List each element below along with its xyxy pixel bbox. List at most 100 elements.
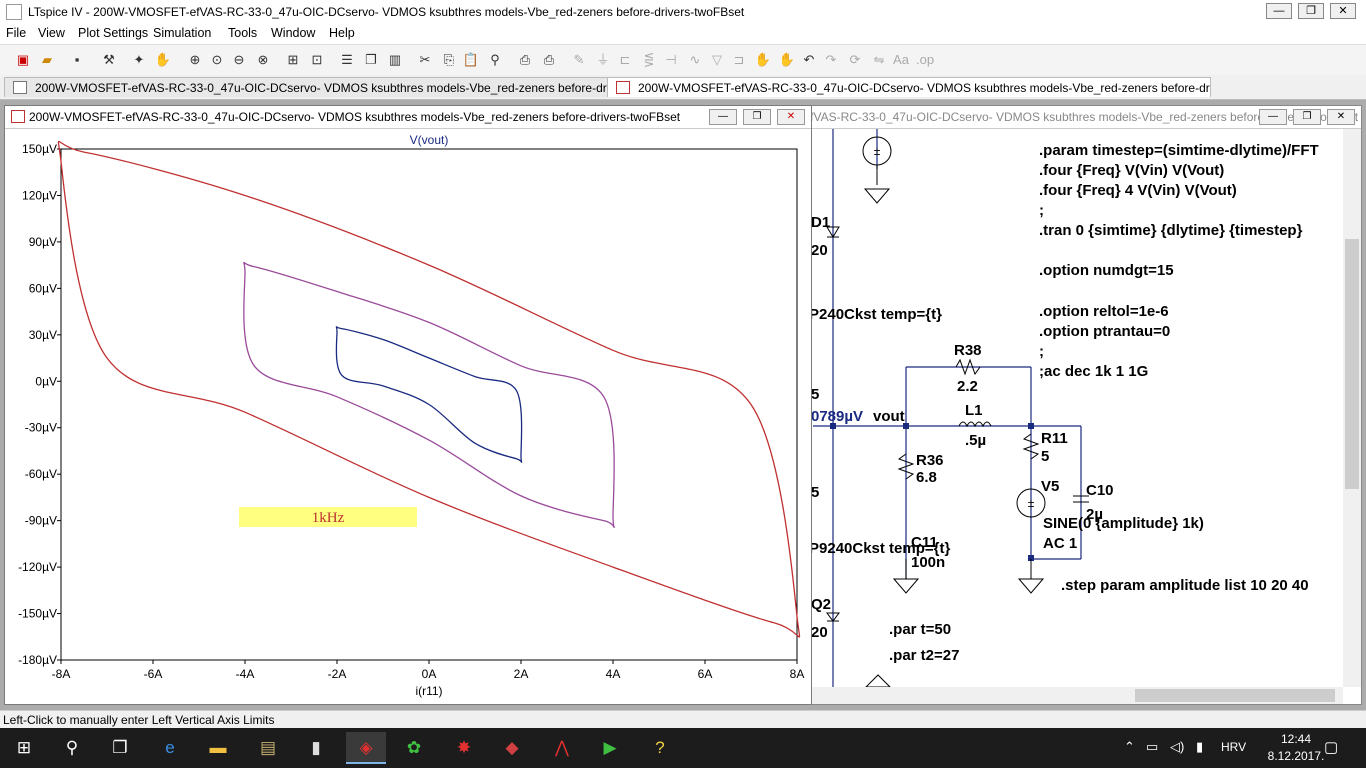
pdf-reader-icon[interactable]: ⋀	[542, 732, 582, 764]
gem-app-icon[interactable]: ◆	[492, 732, 532, 764]
clock-time[interactable]: 12:44	[1268, 732, 1324, 746]
find-icon[interactable]: ⚲	[486, 51, 504, 69]
paste-icon[interactable]: 📋	[462, 51, 480, 69]
zoom-in-icon[interactable]: ⊕	[186, 51, 204, 69]
y-tick-label[interactable]: -90µV	[25, 514, 57, 528]
network-icon[interactable]: ▮	[1196, 739, 1203, 755]
y-tick-label[interactable]: 150µV	[22, 142, 57, 156]
cascade-icon[interactable]: ❐	[362, 51, 380, 69]
run-icon[interactable]: ✦	[130, 51, 148, 69]
directive-line[interactable]: .param timestep=(simtime-dlytime)/FFT	[1039, 142, 1319, 159]
x-tick-label[interactable]: -8A	[52, 667, 71, 681]
text-icon[interactable]: Aa	[892, 51, 910, 69]
x-tick-label[interactable]: 8A	[790, 667, 805, 681]
windows-start-icon[interactable]: ⊞	[4, 732, 44, 764]
drag-icon[interactable]: ✋	[778, 51, 796, 69]
save-icon[interactable]: ▪	[68, 51, 86, 69]
minimize-button[interactable]: —	[1266, 3, 1292, 19]
archive-icon[interactable]: ▤	[248, 732, 288, 764]
y-tick-label[interactable]: -180µV	[18, 653, 57, 667]
close-button[interactable]: ✕	[1330, 3, 1356, 19]
y-tick-label[interactable]: 120µV	[22, 188, 57, 202]
plot-pane[interactable]: V(vout) 150µV 120µV 90µV 60µV 30µV 0µV -30µV -6…	[5, 129, 811, 704]
file-explorer-icon[interactable]: ▬	[198, 732, 238, 764]
x-tick-label[interactable]: -4A	[236, 667, 255, 681]
schematic-close-button[interactable]: ✕	[1327, 109, 1355, 125]
autorange-icon[interactable]: ⊞	[284, 51, 302, 69]
y-tick-label[interactable]: 60µV	[29, 281, 57, 295]
control-panel-icon[interactable]: ⚒	[100, 51, 118, 69]
x-tick-label[interactable]: 4A	[606, 667, 621, 681]
schematic-vertical-scrollbar[interactable]	[1343, 129, 1361, 687]
copy-icon[interactable]: ⎘	[440, 51, 458, 69]
media-icon[interactable]: ▮	[296, 732, 336, 764]
tab-plot[interactable]: 200W-VMOSFET-efVAS-RC-33-0_47u-OIC-DCser…	[607, 77, 1211, 97]
undo-icon[interactable]: ↶	[800, 51, 818, 69]
menu-help[interactable]: Help	[329, 26, 355, 40]
directive-line[interactable]: ;	[1039, 343, 1044, 360]
x-tick-label[interactable]: 2A	[514, 667, 529, 681]
menu-plot-settings[interactable]: Plot Settings	[78, 26, 148, 40]
label-net-icon[interactable]: ⊏	[616, 51, 634, 69]
red-app-icon[interactable]: ✸	[444, 732, 484, 764]
resistor-icon[interactable]: ⋚	[640, 51, 658, 69]
vertical-scroll-thumb[interactable]	[1345, 239, 1359, 489]
spice-directive-icon[interactable]: .op	[916, 51, 934, 69]
directive-line[interactable]: .option reltol=1e-6	[1039, 303, 1169, 320]
move-icon[interactable]: ✋	[754, 51, 772, 69]
language-indicator[interactable]: HRV	[1221, 740, 1246, 754]
plot-minimize-button[interactable]: —	[709, 109, 737, 125]
redo-icon[interactable]: ↷	[822, 51, 840, 69]
volume-icon[interactable]: ◁)	[1170, 739, 1184, 755]
horizontal-scroll-thumb[interactable]	[1135, 689, 1335, 702]
diode-icon[interactable]: ▽	[708, 51, 726, 69]
x-axis-label[interactable]: i(r11)	[415, 684, 442, 698]
print-setup-icon[interactable]: ⎙	[516, 51, 534, 69]
help-app-icon[interactable]: ?	[640, 732, 680, 764]
trace-title[interactable]: V(vout)	[410, 133, 449, 147]
directive-line[interactable]: .four {Freq} V(Vin) V(Vout)	[1039, 162, 1224, 179]
task-view-icon[interactable]: ❐	[100, 732, 140, 764]
tile-horizontal-icon[interactable]: ☰	[338, 51, 356, 69]
print-icon[interactable]: ⎙	[540, 51, 558, 69]
x-tick-label[interactable]: -6A	[144, 667, 163, 681]
menu-view[interactable]: View	[38, 26, 65, 40]
ground-icon[interactable]: ⏚	[594, 51, 612, 69]
schematic-restore-button[interactable]: ❐	[1293, 109, 1321, 125]
directive-line[interactable]: .option ptrantau=0	[1039, 323, 1170, 340]
y-tick-label[interactable]: 0µV	[35, 374, 57, 388]
directive-line[interactable]: ;	[1039, 202, 1044, 219]
tab-schematic[interactable]: 200W-VMOSFET-efVAS-RC-33-0_47u-OIC-DCser…	[4, 77, 608, 97]
y-tick-label[interactable]: 90µV	[29, 235, 57, 249]
zoom-out-icon[interactable]: ⊖	[230, 51, 248, 69]
component-icon[interactable]: ⊐	[730, 51, 748, 69]
plot-restore-button[interactable]: ❐	[743, 109, 771, 125]
battery-icon[interactable]: ▭	[1146, 739, 1158, 755]
notifications-icon[interactable]: ▢	[1324, 738, 1338, 756]
cut-icon[interactable]: ✂	[416, 51, 434, 69]
directive-line[interactable]: .four {Freq} 4 V(Vin) V(Vout)	[1039, 182, 1237, 199]
zoom-cancel-icon[interactable]: ⊗	[254, 51, 272, 69]
x-tick-label[interactable]: 6A	[698, 667, 713, 681]
schematic-minimize-button[interactable]: —	[1259, 109, 1287, 125]
y-tick-label[interactable]: 30µV	[29, 328, 57, 342]
zoom-extents-icon[interactable]: ⊡	[308, 51, 326, 69]
plot-close-button[interactable]: ✕	[777, 109, 805, 125]
y-tick-label[interactable]: -60µV	[25, 467, 57, 481]
inductor-icon[interactable]: ∿	[686, 51, 704, 69]
pan-icon[interactable]: ⊙	[208, 51, 226, 69]
y-tick-label[interactable]: -30µV	[25, 421, 57, 435]
directive-line[interactable]: .tran 0 {simtime} {dlytime} {timestep}	[1039, 222, 1303, 239]
rotate-icon[interactable]: ⟳	[846, 51, 864, 69]
directive-line[interactable]: ;ac dec 1k 1 1G	[1039, 363, 1148, 380]
wire-icon[interactable]: ✎	[570, 51, 588, 69]
capacitor-icon[interactable]: ⊣	[662, 51, 680, 69]
new-schematic-icon[interactable]: ▣	[14, 51, 32, 69]
search-icon[interactable]: ⚲	[52, 732, 92, 764]
x-tick-label[interactable]: -2A	[328, 667, 347, 681]
tile-vertical-icon[interactable]: ▥	[386, 51, 404, 69]
tray-chevron-icon[interactable]: ⌃	[1124, 739, 1135, 755]
menu-simulation[interactable]: Simulation	[153, 26, 211, 40]
menu-window[interactable]: Window	[271, 26, 315, 40]
menu-file[interactable]: File	[6, 26, 26, 40]
